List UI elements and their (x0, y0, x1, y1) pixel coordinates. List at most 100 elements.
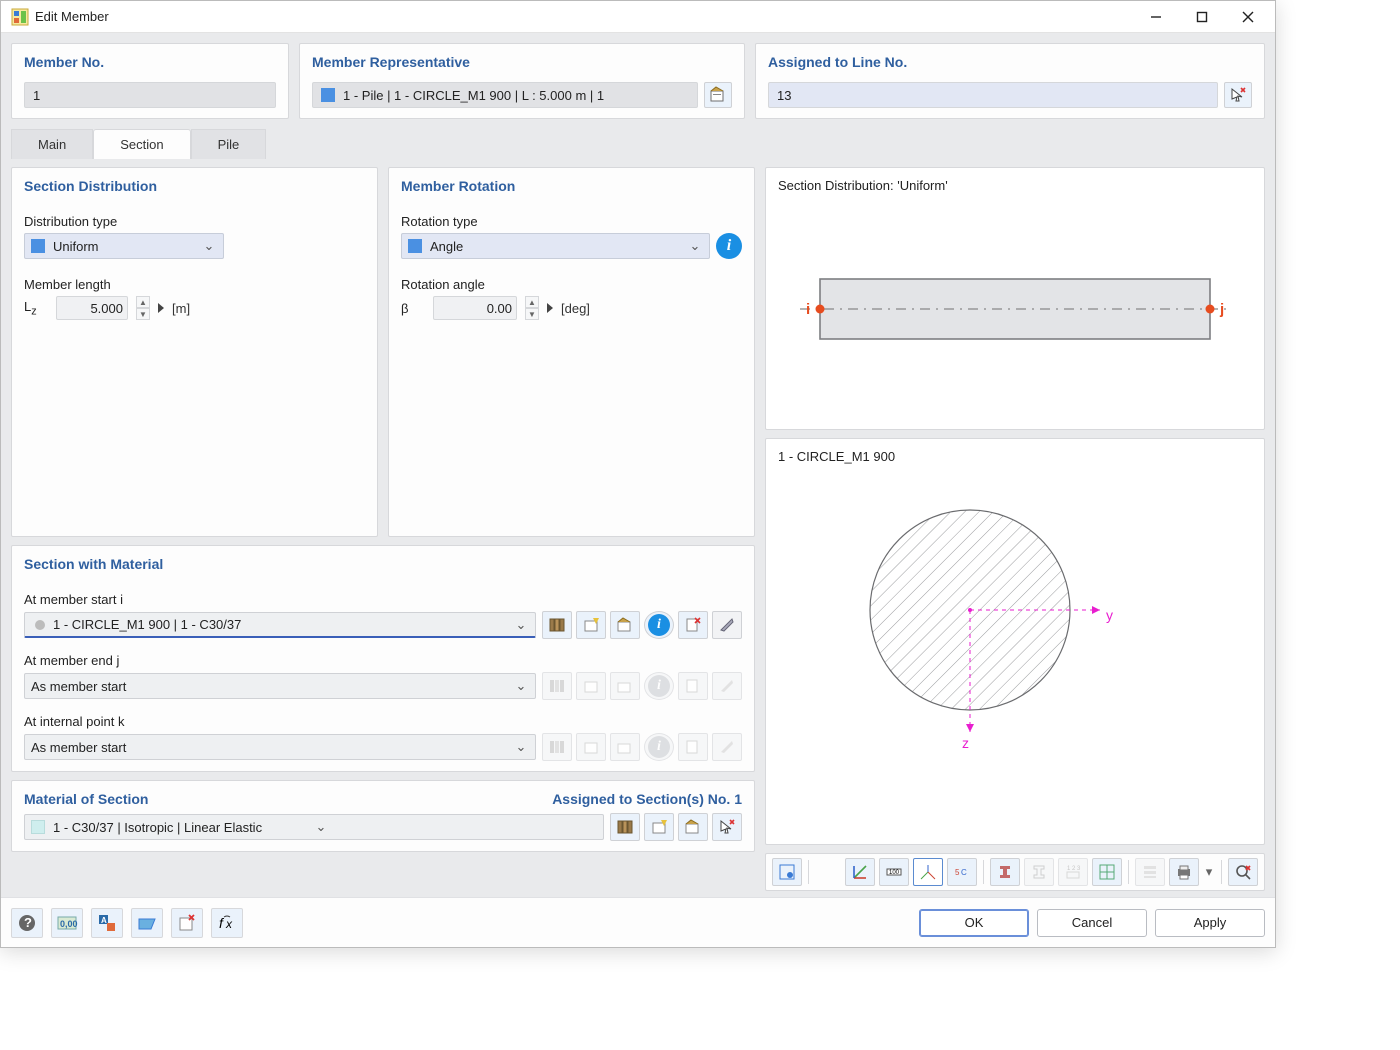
tab-main[interactable]: Main (11, 129, 93, 159)
tabs: Main Section Pile (11, 129, 1265, 159)
member-length-label: Member length (24, 277, 365, 292)
library-button[interactable] (542, 611, 572, 639)
help-button[interactable]: ? (11, 908, 43, 938)
svg-text:f: f (219, 915, 225, 931)
section-internal-value: As member start (31, 740, 513, 755)
units-button[interactable]: 0,00 (51, 908, 83, 938)
section-preview-title: 1 - CIRCLE_M1 900 (778, 449, 1252, 464)
tool-grid-icon[interactable] (1092, 858, 1122, 886)
pick-material-button[interactable] (712, 813, 742, 841)
new-section-button (576, 672, 606, 700)
assigned-line-field[interactable]: 13 (768, 82, 1218, 108)
tool-dimension-icon[interactable]: 5C (947, 858, 977, 886)
flip-section-button[interactable] (712, 611, 742, 639)
tool-ruler-icon[interactable]: 100 (879, 858, 909, 886)
text-tool-button[interactable]: A (91, 908, 123, 938)
svg-text:0,00: 0,00 (60, 919, 78, 929)
edit-representative-button[interactable] (704, 82, 732, 108)
assigned-line-value: 13 (777, 88, 791, 103)
tool-search-clear-icon[interactable] (1228, 858, 1258, 886)
svg-text:100: 100 (889, 870, 900, 876)
assigned-line-title: Assigned to Line No. (756, 44, 1264, 76)
edit-section-button[interactable] (610, 611, 640, 639)
angle-expand-icon[interactable] (547, 303, 553, 313)
angle-value-field[interactable]: 0.00 (433, 296, 517, 320)
chevron-down-icon: ⌄ (513, 617, 529, 633)
section-internal-dropdown[interactable]: As member start ⌄ (24, 734, 536, 760)
tool-isection-icon[interactable] (990, 858, 1020, 886)
material-dropdown[interactable]: 1 - C30/37 | Isotropic | Linear Elastic … (24, 814, 604, 840)
color-swatch (408, 239, 422, 253)
window-title: Edit Member (35, 9, 1133, 24)
tool-axes-icon[interactable] (845, 858, 875, 886)
section-end-dropdown[interactable]: As member start ⌄ (24, 673, 536, 699)
dist-type-label: Distribution type (24, 214, 365, 229)
tab-pile[interactable]: Pile (191, 129, 267, 159)
library-button (542, 733, 572, 761)
info-icon: i (644, 672, 674, 700)
member-no-field[interactable]: 1 (24, 82, 276, 108)
svg-text:C: C (961, 868, 967, 877)
pick-line-button[interactable] (1224, 82, 1252, 108)
delete-section-button (678, 672, 708, 700)
library-button (542, 672, 572, 700)
info-icon[interactable]: i (716, 233, 742, 259)
chevron-down-icon: ⌄ (513, 678, 529, 694)
formula-button[interactable]: fx (211, 908, 243, 938)
info-icon: i (644, 733, 674, 761)
rotation-type-dropdown[interactable]: Angle ⌄ (401, 233, 710, 259)
maximize-button[interactable] (1179, 2, 1225, 32)
svg-text:z: z (962, 735, 969, 751)
material-title: Material of Section (24, 791, 148, 807)
svg-text:1 2 3: 1 2 3 (1067, 866, 1081, 872)
rotation-type-label: Rotation type (401, 214, 742, 229)
length-unit: [m] (172, 301, 190, 316)
tool-visibility-icon[interactable] (772, 858, 802, 886)
edit-material-button[interactable] (678, 813, 708, 841)
length-value-field[interactable]: 5.000 (56, 296, 128, 320)
dist-type-dropdown[interactable]: Uniform ⌄ (24, 233, 224, 259)
ok-button[interactable]: OK (919, 909, 1029, 937)
svg-text:j: j (1219, 301, 1224, 318)
rotation-angle-label: Rotation angle (401, 277, 742, 292)
svg-text:?: ? (24, 915, 32, 930)
cancel-button[interactable]: Cancel (1037, 909, 1147, 937)
section-start-dropdown[interactable]: 1 - CIRCLE_M1 900 | 1 - C30/37 ⌄ (24, 612, 536, 638)
angle-spinner[interactable]: ▲▼ (525, 296, 539, 320)
apply-button[interactable]: Apply (1155, 909, 1265, 937)
preview-tool-button[interactable] (131, 908, 163, 938)
library-button[interactable] (610, 813, 640, 841)
flip-section-button (712, 733, 742, 761)
member-no-value: 1 (33, 88, 40, 103)
length-expand-icon[interactable] (158, 303, 164, 313)
tab-section[interactable]: Section (93, 129, 190, 159)
angle-symbol: β (401, 301, 425, 316)
clear-tool-button[interactable] (171, 908, 203, 938)
new-material-button[interactable] (644, 813, 674, 841)
svg-text:5: 5 (955, 868, 960, 877)
minimize-button[interactable] (1133, 2, 1179, 32)
member-rep-title: Member Representative (300, 44, 744, 76)
length-spinner[interactable]: ▲▼ (136, 296, 150, 320)
close-button[interactable] (1225, 2, 1271, 32)
member-no-title: Member No. (12, 44, 288, 76)
titlebar: Edit Member (1, 1, 1275, 33)
new-section-button (576, 733, 606, 761)
material-assigned-label: Assigned to Section(s) No. 1 (552, 791, 742, 807)
delete-section-button (678, 733, 708, 761)
chevron-down-icon: ⌄ (687, 238, 703, 254)
tool-xyz-icon[interactable] (913, 858, 943, 886)
chevron-down-icon: ⌄ (201, 238, 217, 254)
dist-preview-title: Section Distribution: 'Uniform' (778, 178, 1252, 193)
delete-section-button[interactable] (678, 611, 708, 639)
tool-print-icon[interactable] (1169, 858, 1199, 886)
new-section-button[interactable] (576, 611, 606, 639)
angle-unit: [deg] (561, 301, 590, 316)
member-rep-field[interactable]: 1 - Pile | 1 - CIRCLE_M1 900 | L : 5.000… (312, 82, 698, 108)
info-icon[interactable]: i (644, 611, 674, 639)
start-i-label: At member start i (24, 592, 742, 607)
chevron-down-icon[interactable]: ▾ (1203, 858, 1215, 886)
flip-section-button (712, 672, 742, 700)
svg-text:A: A (101, 916, 107, 925)
section-start-value: 1 - CIRCLE_M1 900 | 1 - C30/37 (53, 617, 513, 632)
